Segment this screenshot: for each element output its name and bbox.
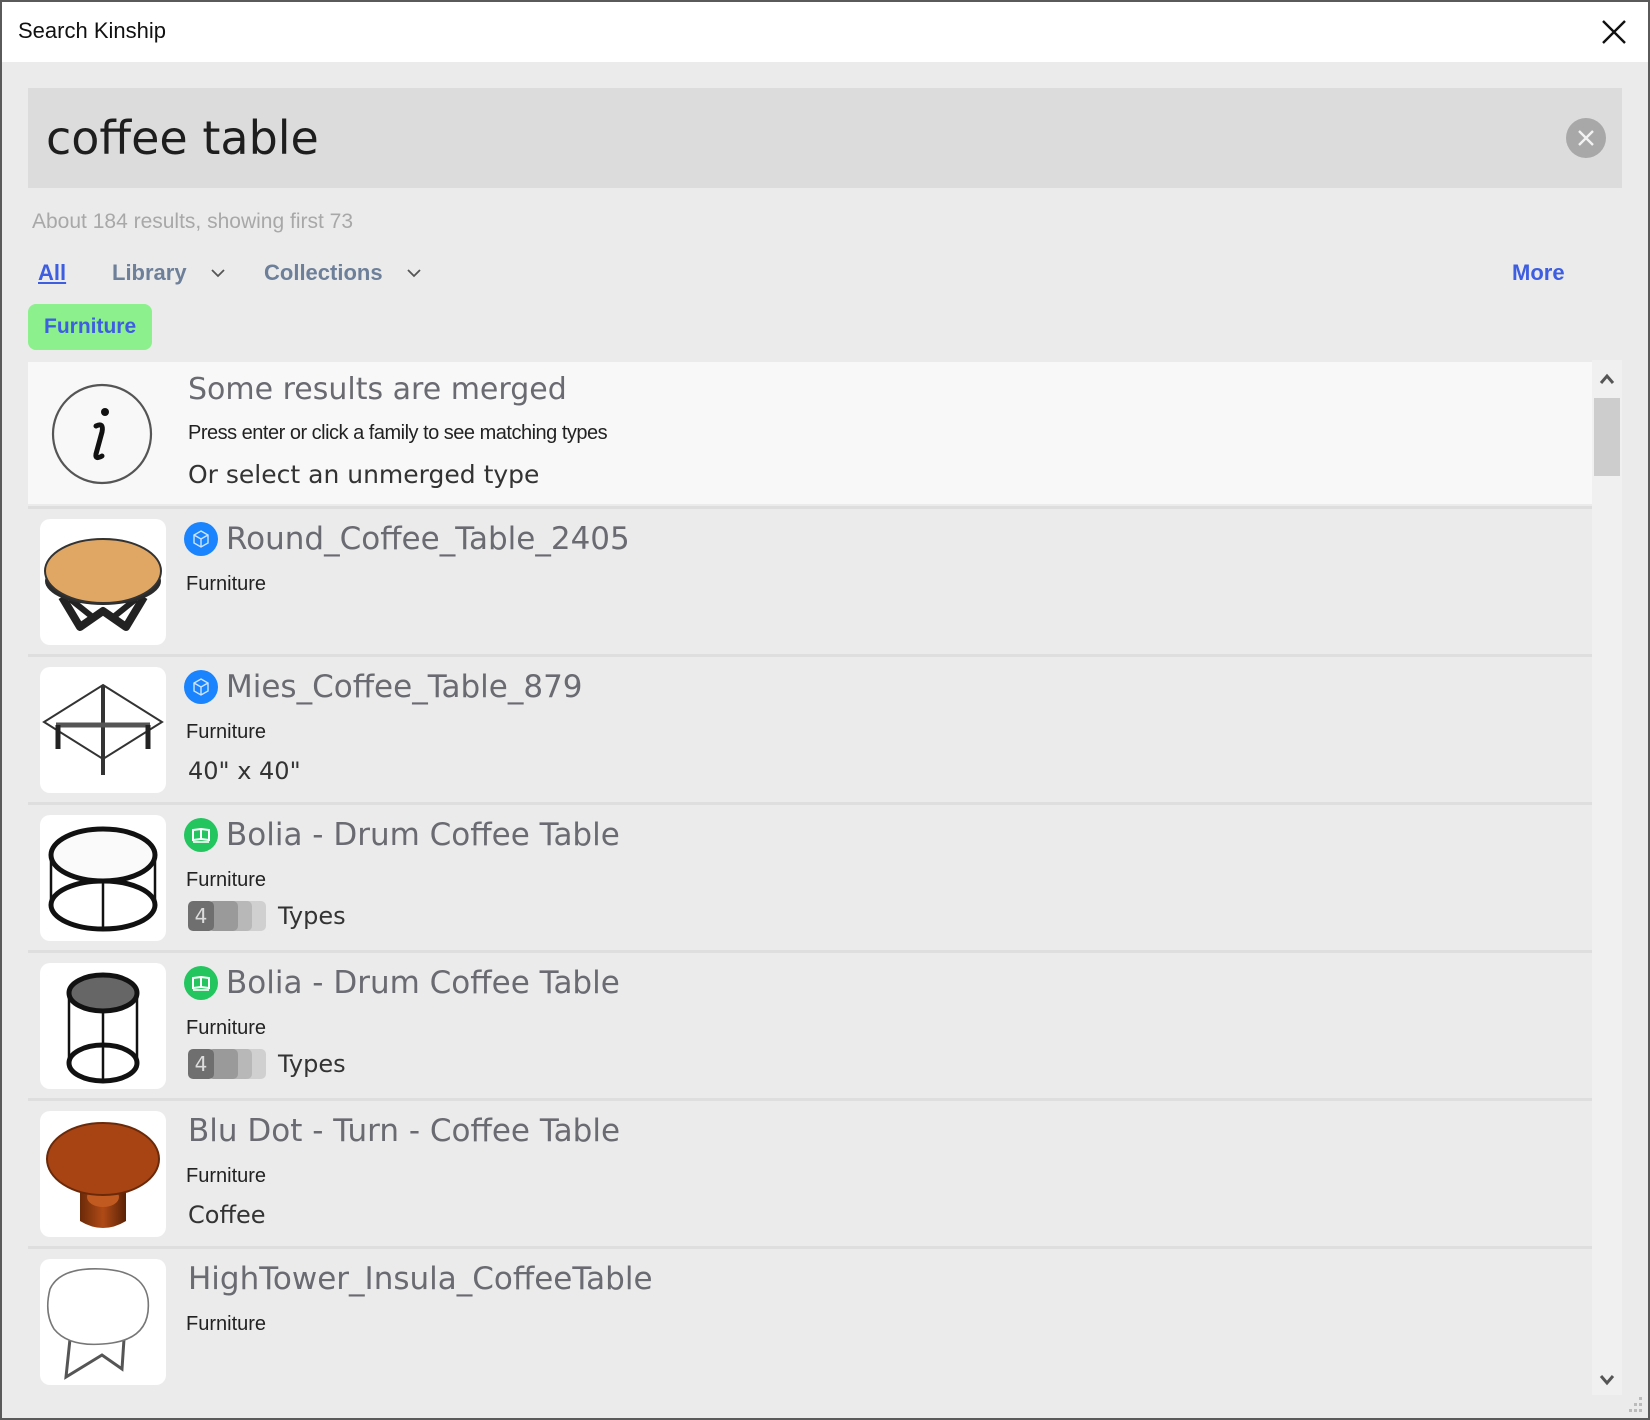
result-types: 4 Types <box>188 1049 346 1079</box>
window-title: Search Kinship <box>18 18 166 43</box>
result-title-text: Round_Coffee_Table_2405 <box>226 521 630 557</box>
result-title-text: Bolia - Drum Coffee Table <box>226 965 620 1001</box>
scroll-up-button[interactable] <box>1592 364 1622 394</box>
mies-table-thumbnail-icon <box>42 683 164 775</box>
cube-icon <box>184 670 218 704</box>
result-thumbnail <box>40 963 166 1089</box>
result-category: Furniture <box>186 1017 267 1039</box>
chevron-down-icon <box>406 269 421 278</box>
result-row[interactable]: Blu Dot - Turn - Coffee Table Furniture … <box>28 1098 1592 1243</box>
result-title-text: Mies_Coffee_Table_879 <box>226 669 583 705</box>
types-label: Types <box>278 902 346 930</box>
types-label: Types <box>278 1050 346 1078</box>
book-icon <box>184 818 218 852</box>
result-row[interactable]: Round_Coffee_Table_2405 Furniture <box>28 506 1592 651</box>
filter-library[interactable]: Library <box>112 260 227 286</box>
category-chip-furniture[interactable]: Furniture <box>28 304 153 350</box>
results-list: Some results are merged Press enter or c… <box>28 360 1592 1395</box>
more-filters-button[interactable]: More <box>1512 260 1565 286</box>
result-row[interactable]: Bolia - Drum Coffee Table Furniture 4 Ty… <box>28 950 1592 1095</box>
chevron-up-icon <box>1599 373 1615 384</box>
result-title: Bolia - Drum Coffee Table <box>184 965 620 1001</box>
result-title-text: Bolia - Drum Coffee Table <box>226 817 620 853</box>
merged-results-banner: Some results are merged Press enter or c… <box>28 362 1592 504</box>
clear-search-button[interactable] <box>1566 118 1606 158</box>
filter-collections-label: Collections <box>264 260 383 285</box>
result-thumbnail <box>40 667 166 793</box>
drum-dark-thumbnail-icon <box>66 972 140 1084</box>
round-table-thumbnail-icon <box>44 538 162 631</box>
result-title: Round_Coffee_Table_2405 <box>184 521 630 557</box>
result-type-name: Coffee <box>188 1201 266 1229</box>
results-scrollbar[interactable] <box>1592 360 1622 1395</box>
result-title: Bolia - Drum Coffee Table <box>184 817 620 853</box>
types-stack-icon: 4 <box>188 901 268 931</box>
types-count: 4 <box>188 1049 214 1079</box>
drum-white-thumbnail-icon <box>48 826 158 932</box>
clear-circle-icon <box>1578 130 1594 146</box>
types-count: 4 <box>188 901 214 931</box>
search-kinship-window: Search Kinship About 184 results, showin… <box>0 0 1650 1420</box>
result-category: Furniture <box>186 721 267 743</box>
search-input[interactable] <box>46 102 1526 174</box>
cube-icon <box>184 522 218 556</box>
turn-table-thumbnail-icon <box>46 1122 160 1228</box>
chevron-down-icon <box>1599 1375 1615 1386</box>
resize-grip-icon[interactable] <box>1626 1396 1644 1414</box>
scrollbar-thumb[interactable] <box>1594 398 1620 476</box>
banner-subtitle-secondary: Or select an unmerged type <box>188 460 540 489</box>
book-icon <box>184 966 218 1000</box>
result-row[interactable]: HighTower_Insula_CoffeeTable Furniture <box>28 1246 1592 1391</box>
result-row[interactable]: Mies_Coffee_Table_879 Furniture 40" x 40… <box>28 654 1592 799</box>
result-thumbnail <box>40 519 166 645</box>
results-count: About 184 results, showing first 73 <box>32 210 354 233</box>
insula-table-thumbnail-icon <box>46 1268 150 1380</box>
result-title: Mies_Coffee_Table_879 <box>184 669 583 705</box>
filter-bar: All Library Collections More <box>38 260 1578 294</box>
chevron-down-icon <box>210 269 225 278</box>
result-category: Furniture <box>186 573 267 595</box>
result-row[interactable]: Bolia - Drum Coffee Table Furniture 4 Ty… <box>28 802 1592 947</box>
search-box <box>28 88 1622 188</box>
result-category: Furniture <box>186 1313 267 1335</box>
result-thumbnail <box>40 1111 166 1237</box>
filter-collections[interactable]: Collections <box>264 260 423 286</box>
close-icon <box>1602 20 1626 44</box>
result-thumbnail <box>40 815 166 941</box>
filter-library-label: Library <box>112 260 187 285</box>
banner-subtitle: Press enter or click a family to see mat… <box>188 422 608 444</box>
result-title: Blu Dot - Turn - Coffee Table <box>188 1113 621 1149</box>
filter-all[interactable]: All <box>38 260 66 286</box>
title-bar: Search Kinship <box>2 2 1648 62</box>
result-types: 4 Types <box>188 901 346 931</box>
result-category: Furniture <box>186 869 267 891</box>
result-dimensions: 40" x 40" <box>188 757 301 785</box>
result-thumbnail <box>40 1259 166 1385</box>
result-title: HighTower_Insula_CoffeeTable <box>188 1261 653 1297</box>
close-button[interactable] <box>1594 12 1634 52</box>
scroll-down-button[interactable] <box>1592 1365 1622 1395</box>
types-stack-icon: 4 <box>188 1049 268 1079</box>
banner-title: Some results are merged <box>188 372 567 407</box>
info-icon <box>51 383 153 485</box>
result-category: Furniture <box>186 1165 267 1187</box>
